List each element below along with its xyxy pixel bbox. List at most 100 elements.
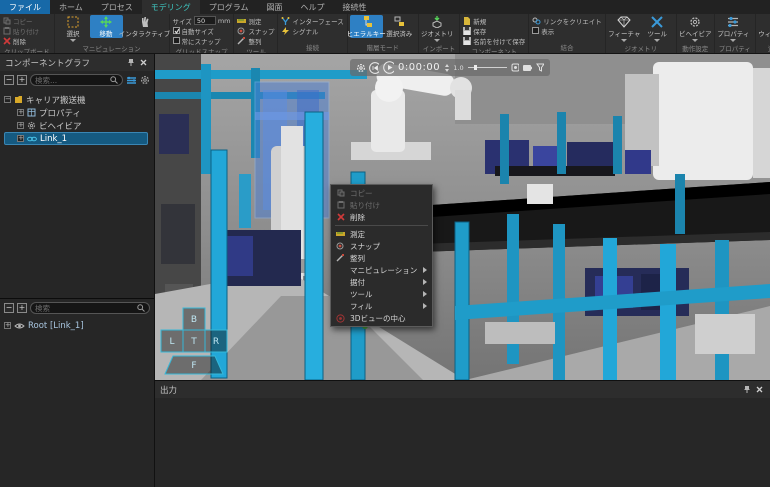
gear-icon: [27, 121, 36, 130]
expand-toggle[interactable]: +: [4, 322, 11, 329]
context-center-3d-view[interactable]: 3Dビューの中心: [331, 312, 432, 324]
wizards-group-label: 追加: [758, 42, 770, 54]
submenu-arrow-icon: [423, 303, 427, 309]
reset-rewind-icon[interactable]: [369, 62, 379, 74]
context-snap[interactable]: スナップ: [331, 240, 432, 252]
hierarchy-button[interactable]: ヒエラルキー: [350, 15, 383, 38]
geometry-tools-button[interactable]: ツール: [641, 15, 674, 42]
interact-button[interactable]: インタラクティブ: [123, 15, 167, 38]
close-icon[interactable]: [753, 384, 765, 396]
tree-node-link1-selected[interactable]: + Link_1: [4, 132, 148, 145]
sim-settings-gear-icon[interactable]: [356, 63, 365, 73]
snap-button[interactable]: スナップ: [236, 26, 275, 35]
speed-stepper-icon[interactable]: [444, 63, 449, 73]
tab-modeling[interactable]: モデリング: [142, 0, 200, 14]
auto-size-checkbox[interactable]: [173, 27, 180, 34]
search-input[interactable]: [35, 76, 110, 85]
properties-group-label: プロパティ: [717, 42, 753, 54]
tab-home[interactable]: ホーム: [50, 0, 92, 14]
collapse-all-button[interactable]: −: [4, 75, 14, 85]
show-structure-row[interactable]: 表示: [531, 26, 603, 35]
tree-node-root-link[interactable]: + Root [Link_1]: [4, 319, 154, 332]
behaviors-button[interactable]: ビヘイビア: [679, 15, 712, 42]
delete-button[interactable]: 削除: [2, 36, 40, 45]
component-graph-panel: コンポーネントグラフ − + − キャリア搬送機: [0, 54, 155, 487]
align-button[interactable]: 整列: [236, 36, 275, 45]
view-cube-right-label: R: [213, 337, 219, 347]
grid-size-input[interactable]: [194, 16, 216, 25]
expand-all-button[interactable]: +: [17, 75, 27, 85]
selected-mode-button[interactable]: 選択済み: [383, 15, 416, 38]
context-manipulation[interactable]: マニピュレーション: [331, 264, 432, 276]
always-snap-checkbox-row[interactable]: 常にスナップ: [172, 36, 232, 45]
geometry-tools-label: ツール: [648, 28, 668, 38]
context-menu: コピー 貼り付け 削除 測定: [330, 184, 433, 327]
save-button[interactable]: 保存: [462, 26, 526, 35]
features-button[interactable]: フィーチャ: [608, 15, 641, 42]
select-button[interactable]: 選択: [57, 15, 90, 42]
collapse-all-button[interactable]: −: [4, 303, 14, 313]
record-icon[interactable]: [511, 63, 519, 72]
ribbon-group-structure: リンクをクリエイト 表示 結合: [529, 14, 606, 53]
tab-program[interactable]: プログラム: [200, 0, 258, 14]
3d-viewport[interactable]: 0:00:00 1.0 コピー 貼り付け: [155, 54, 770, 380]
tab-connectivity[interactable]: 接続性: [334, 0, 376, 14]
tab-process[interactable]: プロセス: [92, 0, 142, 14]
properties-button[interactable]: プロパティ: [717, 15, 750, 42]
pin-icon[interactable]: [125, 57, 137, 69]
move-button[interactable]: 移動: [90, 15, 123, 38]
tree-node-root[interactable]: − キャリア搬送機: [4, 93, 154, 106]
menu-separator: [335, 225, 428, 226]
delete-icon: [337, 213, 345, 221]
snap-icon: [336, 242, 345, 250]
pin-icon[interactable]: [741, 384, 753, 396]
always-snap-checkbox[interactable]: [173, 37, 180, 44]
expand-toggle[interactable]: +: [17, 135, 24, 142]
lower-search-input[interactable]: [35, 304, 137, 313]
context-delete[interactable]: 削除: [331, 211, 432, 223]
copy-label: コピー: [13, 16, 33, 26]
tab-file[interactable]: ファイル: [0, 0, 50, 14]
layers-icon[interactable]: [126, 75, 137, 85]
expand-toggle[interactable]: +: [17, 122, 24, 129]
context-fill[interactable]: フィル: [331, 300, 432, 312]
new-component-button[interactable]: 新規: [462, 16, 526, 25]
context-copy: コピー: [331, 187, 432, 199]
expand-all-button[interactable]: +: [17, 303, 27, 313]
auto-size-checkbox-row[interactable]: 自動サイズ: [172, 26, 232, 35]
wizard-button[interactable]: ウィザード: [758, 15, 770, 42]
signals-label: シグナル: [292, 26, 318, 36]
measure-button[interactable]: 測定: [236, 16, 275, 25]
show-structure-checkbox[interactable]: [532, 27, 539, 34]
signals-button[interactable]: シグナル: [280, 26, 344, 35]
close-icon[interactable]: [137, 57, 149, 69]
tree-node-properties[interactable]: + プロパティ: [4, 106, 154, 119]
import-geometry-button[interactable]: ジオメトリ: [421, 15, 454, 42]
tree-toolbar: − +: [0, 71, 154, 89]
filter-funnel-icon[interactable]: [536, 63, 544, 72]
interfaces-button[interactable]: インターフェース: [280, 16, 344, 25]
context-measure[interactable]: 測定: [331, 228, 432, 240]
context-tools[interactable]: ツール: [331, 288, 432, 300]
hierarchy-group-label: 階層モード: [350, 41, 416, 53]
expand-toggle[interactable]: +: [17, 109, 24, 116]
collapse-toggle[interactable]: −: [4, 96, 11, 103]
tree-node-behaviors[interactable]: + ビヘイビア: [4, 119, 154, 132]
output-content[interactable]: [155, 398, 770, 487]
context-attachment[interactable]: 据付: [331, 276, 432, 288]
create-link-button[interactable]: リンクをクリエイト: [531, 16, 603, 25]
tab-drawing[interactable]: 図面: [258, 0, 292, 14]
size-unit-label: mm: [218, 17, 231, 25]
save-as-button[interactable]: 名前を付けて保存: [462, 36, 526, 45]
view-cube[interactable]: B L T R F: [159, 302, 231, 378]
play-icon[interactable]: [383, 61, 394, 74]
camera-icon[interactable]: [523, 64, 532, 72]
auto-size-label: 自動サイズ: [182, 26, 214, 36]
speed-slider[interactable]: [468, 67, 508, 68]
slider-handle[interactable]: [474, 65, 477, 70]
copy-icon: [3, 17, 11, 25]
context-align[interactable]: 整列: [331, 252, 432, 264]
gear-icon[interactable]: [140, 75, 150, 85]
tab-help[interactable]: ヘルプ: [292, 0, 334, 14]
align-icon: [237, 37, 246, 45]
